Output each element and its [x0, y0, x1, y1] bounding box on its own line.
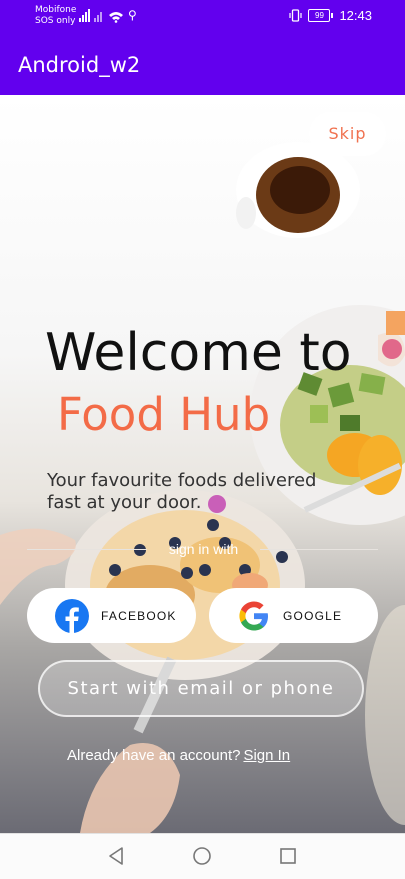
recents-icon[interactable] — [278, 846, 298, 866]
usb-icon: ⚲ — [128, 8, 137, 22]
skip-button[interactable]: Skip — [309, 112, 386, 156]
status-right: 99 12:43 — [289, 8, 372, 23]
back-icon[interactable] — [106, 846, 126, 866]
app-title: Android_w2 — [18, 53, 141, 77]
food-background-image — [0, 142, 405, 833]
carrier-status: SOS only — [35, 16, 76, 26]
battery-icon: 99 — [308, 9, 331, 22]
facebook-icon — [55, 598, 89, 633]
email-phone-button[interactable]: Start with email or phone — [38, 660, 364, 717]
brand-name: Food Hub — [57, 388, 271, 441]
carrier-name: Mobifone — [35, 5, 77, 15]
navigation-bar — [0, 833, 405, 879]
already-text: Already have an account? — [67, 747, 241, 764]
vibrate-icon — [289, 9, 303, 22]
divider-left — [27, 549, 147, 550]
clock: 12:43 — [339, 8, 372, 23]
home-icon[interactable] — [192, 846, 212, 866]
signin-prompt: Already have an account? Sign In — [67, 747, 290, 764]
google-button[interactable]: GOOGLE — [209, 588, 378, 643]
google-icon — [239, 601, 268, 630]
divider-text: sign in with — [168, 541, 239, 557]
facebook-button[interactable]: FACEBOOK — [27, 588, 196, 643]
google-label: GOOGLE — [283, 608, 343, 623]
battery-cap — [331, 13, 334, 18]
welcome-title: Welcome to — [45, 323, 352, 383]
app-bar: Android_w2 — [0, 32, 405, 95]
status-bar: Mobifone SOS only ⚲ 99 12:43 — [0, 0, 405, 32]
facebook-label: FACEBOOK — [101, 608, 177, 623]
divider-right — [260, 549, 378, 550]
signin-link[interactable]: Sign In — [243, 747, 290, 764]
signal-wifi-icons — [79, 9, 123, 23]
tagline: Your favourite foods delivered fast at y… — [47, 470, 317, 513]
carrier-info: Mobifone SOS only — [35, 5, 76, 27]
onboarding-screen: Skip Welcome to Food Hub Your favourite … — [0, 95, 405, 833]
